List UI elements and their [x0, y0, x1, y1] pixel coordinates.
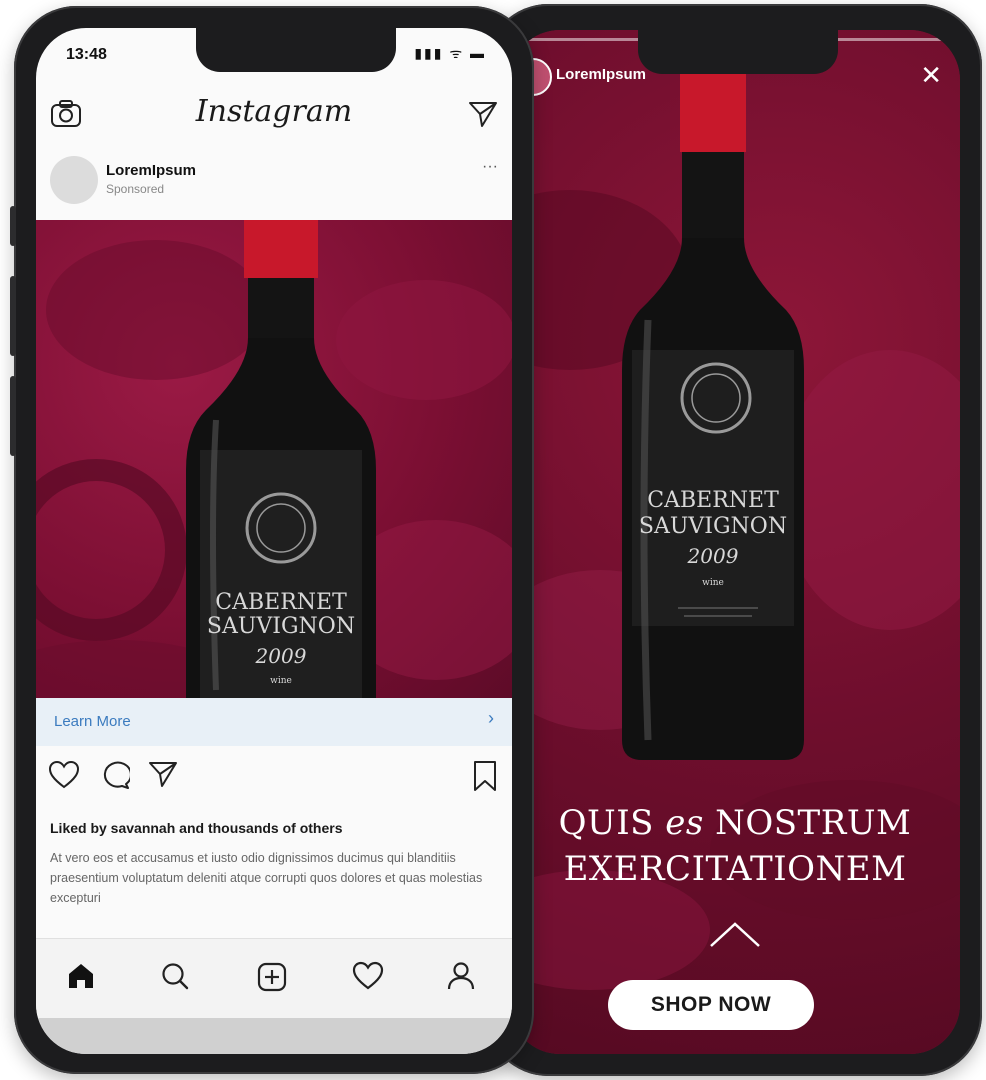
more-options-icon[interactable]: ···	[482, 158, 498, 176]
wine-bottle: CABERNET SAUVIGNON 2009 wine	[186, 220, 376, 698]
learn-more-bar[interactable]: Learn More ›	[36, 698, 512, 746]
bottle-label-small: wine	[270, 676, 292, 686]
profile-icon[interactable]	[446, 961, 476, 996]
swipe-up-chevron-icon[interactable]	[510, 920, 960, 953]
story-wine-bottle: CABERNET SAUVIGNON 2009 wine	[618, 70, 808, 760]
direct-message-icon[interactable]	[468, 100, 498, 133]
instagram-feed-screen: 13:48 ▮▮▮ ᯤ ▬ Instagram LoremIpsum Spons…	[36, 28, 512, 1054]
headline-line1: QUIS es NOSTRUM	[510, 800, 960, 846]
share-send-icon[interactable]	[148, 760, 180, 795]
bottle-label-year: 2009	[255, 644, 307, 668]
mute-switch	[10, 206, 16, 246]
instagram-header: Instagram	[36, 88, 512, 144]
story-bottle-label-line1: CABERNET	[647, 488, 779, 513]
bottle-label-line2: SAUVIGNON	[206, 614, 356, 639]
liked-by-text[interactable]: Liked by savannah and thousands of other…	[50, 820, 343, 836]
status-time: 13:48	[66, 46, 107, 63]
instagram-logo: Instagram	[195, 94, 353, 129]
left-phone-frame: 13:48 ▮▮▮ ᯤ ▬ Instagram LoremIpsum Spons…	[10, 6, 534, 1074]
post-image[interactable]: CABERNET SAUVIGNON 2009 wine	[36, 220, 512, 698]
bottom-navigation	[36, 938, 512, 1019]
post-actions	[36, 756, 512, 800]
status-icons: ▮▮▮ ᯤ ▬	[414, 45, 486, 61]
post-header: LoremIpsum Sponsored ···	[36, 148, 512, 220]
headline-part2: NOSTRUM	[715, 803, 912, 843]
right-phone-frame: LoremIpsum ✕ CABERNET SAUVIGNON 2009 win…	[486, 4, 982, 1076]
volume-down-button	[10, 376, 16, 456]
sponsored-label: Sponsored	[106, 182, 165, 196]
headline-line2: EXERCITATIONEM	[563, 849, 907, 889]
post-caption: At vero eos et accusamus et iusto odio d…	[50, 851, 483, 905]
like-heart-icon[interactable]	[48, 760, 80, 795]
home-indicator-area	[36, 1018, 512, 1054]
learn-more-link[interactable]: Learn More	[54, 713, 131, 730]
comment-icon[interactable]	[98, 760, 132, 795]
bottle-label-line1: CABERNET	[215, 590, 347, 615]
add-post-icon[interactable]	[256, 961, 288, 998]
home-icon[interactable]	[66, 961, 96, 996]
bookmark-icon[interactable]	[472, 760, 498, 797]
story-bottle-label-small: wine	[702, 578, 724, 588]
chevron-right-icon: ›	[488, 708, 494, 728]
headline-amp: es	[665, 803, 704, 843]
close-icon[interactable]: ✕	[920, 60, 942, 91]
shop-now-button[interactable]: SHOP NOW	[608, 980, 814, 1030]
post-username[interactable]: LoremIpsum	[106, 162, 196, 179]
story-bottle-label-line2: SAUVIGNON	[638, 514, 788, 539]
activity-heart-icon[interactable]	[352, 961, 384, 996]
story-headline: QUIS es NOSTRUM EXERCITATIONEM	[510, 800, 960, 892]
phone-notch	[196, 28, 396, 72]
volume-up-button	[10, 276, 16, 356]
story-bottle-label-year: 2009	[687, 544, 739, 568]
search-icon[interactable]	[160, 961, 190, 996]
avatar[interactable]	[50, 156, 98, 204]
instagram-story-screen: LoremIpsum ✕ CABERNET SAUVIGNON 2009 win…	[510, 30, 960, 1054]
headline-part1: QUIS	[558, 803, 654, 843]
phone-notch	[638, 30, 838, 74]
